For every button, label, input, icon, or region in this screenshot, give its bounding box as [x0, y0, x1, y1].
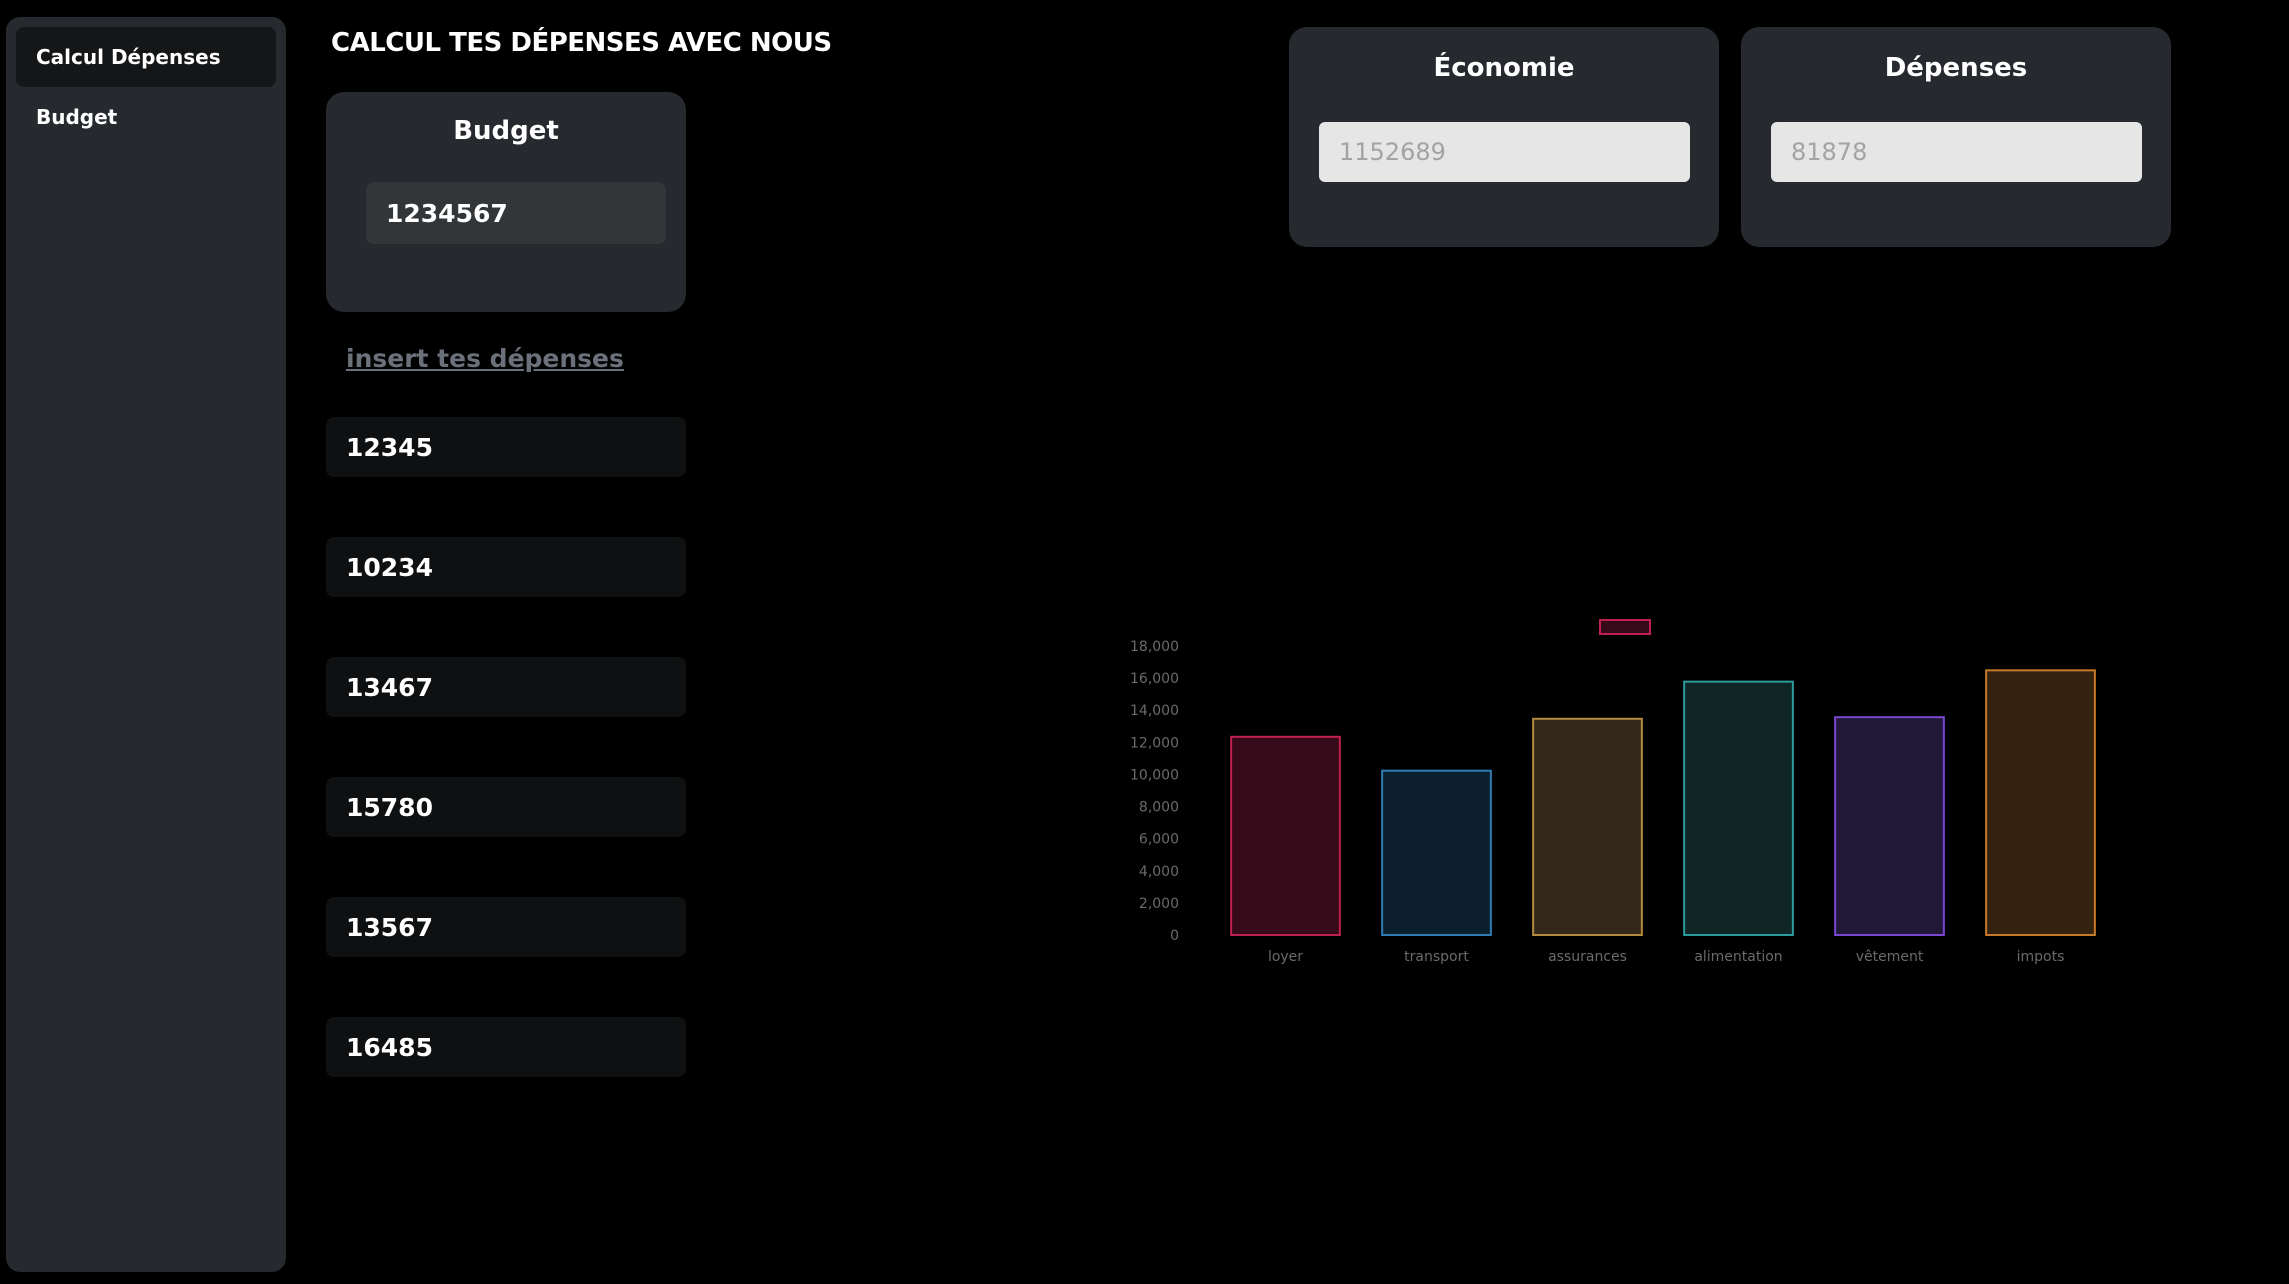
- bar-assurances[interactable]: [1532, 717, 1643, 936]
- depenses-card: Dépenses: [1741, 27, 2171, 247]
- y-tick-label: 16,000: [1130, 671, 1179, 687]
- y-tick-label: 14,000: [1130, 703, 1179, 719]
- x-tick-label: impots: [2017, 949, 2065, 965]
- expense-input-vetement[interactable]: [326, 897, 686, 957]
- y-tick-label: 4,000: [1139, 864, 1179, 880]
- economie-card-title: Économie: [1433, 53, 1575, 83]
- depenses-card-title: Dépenses: [1884, 53, 2028, 83]
- x-tick-label: assurances: [1548, 949, 1627, 965]
- x-tick-label: transport: [1404, 949, 1469, 965]
- page-title: CALCUL TES DÉPENSES AVEC NOUS: [331, 28, 832, 58]
- bar-vêtement[interactable]: [1834, 716, 1945, 937]
- x-tick-label: alimentation: [1694, 949, 1782, 965]
- expense-input-transport[interactable]: [326, 537, 686, 597]
- sidebar-item-calcul-depenses[interactable]: Calcul Dépenses: [16, 27, 276, 87]
- y-tick-label: 6,000: [1139, 832, 1179, 848]
- expense-input-impots[interactable]: [326, 1017, 686, 1077]
- expense-input-alimentation[interactable]: [326, 777, 686, 837]
- y-tick-label: 18,000: [1130, 639, 1179, 655]
- expense-input-loyer[interactable]: [326, 417, 686, 477]
- y-tick-label: 12,000: [1130, 735, 1179, 751]
- bar-transport[interactable]: [1381, 769, 1492, 936]
- budget-input[interactable]: [366, 182, 666, 244]
- sidebar-item-budget[interactable]: Budget: [16, 87, 276, 147]
- expense-bar-chart: 0 2,000 4,000 6,000 8,000 10,000 12,000 14,000 1…: [1130, 619, 2096, 965]
- x-tick-label: loyer: [1268, 949, 1303, 965]
- expense-input-assurances[interactable]: [326, 657, 686, 717]
- budget-card: Budget: [326, 92, 686, 312]
- insert-depenses-link[interactable]: insert tes dépenses: [346, 344, 624, 373]
- bar-loyer[interactable]: [1230, 735, 1341, 936]
- budget-card-title: Budget: [453, 116, 559, 146]
- economie-field[interactable]: [1319, 122, 1690, 182]
- y-tick-label: 8,000: [1139, 800, 1179, 816]
- y-tick-label: 10,000: [1130, 767, 1179, 783]
- sidebar: Calcul Dépenses Budget: [6, 17, 286, 1272]
- bar-impots[interactable]: [1985, 669, 2096, 937]
- legend-swatch[interactable]: [1599, 619, 1651, 635]
- y-tick-label: 2,000: [1139, 896, 1179, 912]
- x-tick-label: vêtement: [1856, 949, 1924, 965]
- bar-alimentation[interactable]: [1683, 680, 1794, 937]
- depenses-field[interactable]: [1771, 122, 2142, 182]
- economie-card: Économie: [1289, 27, 1719, 247]
- y-tick-label: 0: [1170, 928, 1179, 944]
